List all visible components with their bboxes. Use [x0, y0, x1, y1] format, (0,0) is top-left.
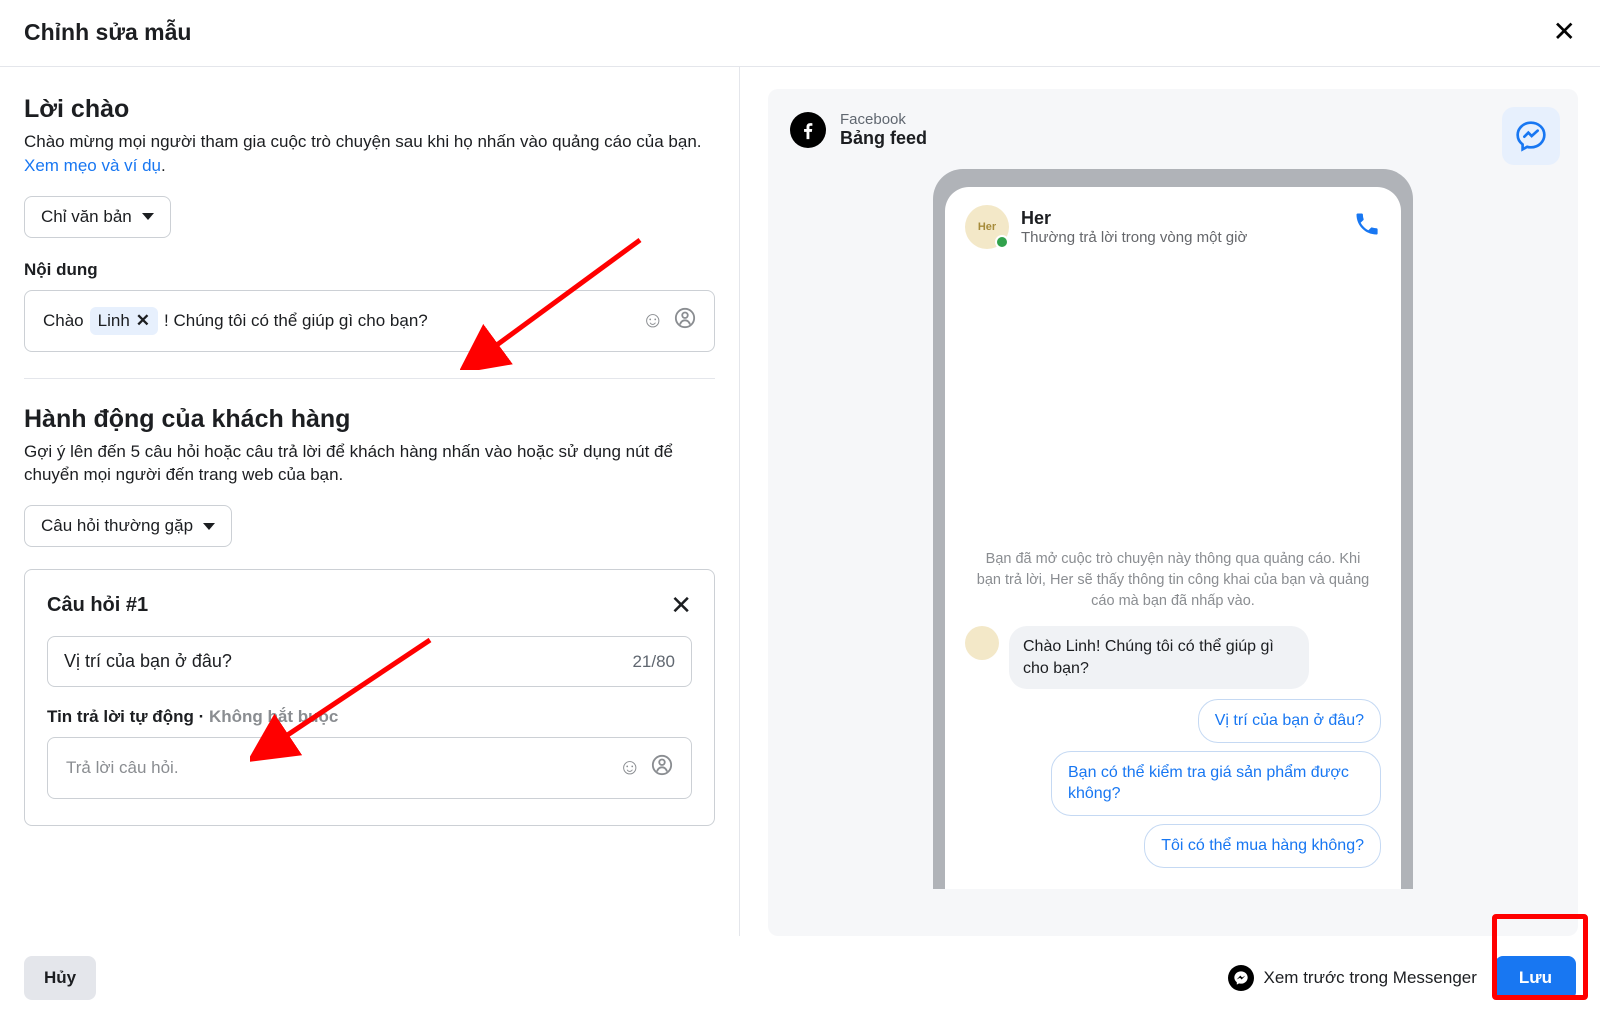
question-title: Câu hỏi #1 — [47, 594, 148, 617]
section-divider — [24, 378, 715, 379]
cancel-button[interactable]: Hủy — [24, 956, 96, 1000]
online-dot-icon — [995, 235, 1009, 249]
close-icon[interactable]: ✕ — [1553, 18, 1576, 46]
customer-actions-desc: Gợi ý lên đến 5 câu hỏi hoặc câu trả lời… — [24, 440, 715, 488]
quick-reply-chip[interactable]: Tôi có thể mua hàng không? — [1144, 824, 1381, 868]
greeting-content-input[interactable]: Chào Linh ✕ ! Chúng tôi có thể giúp gì c… — [24, 290, 715, 352]
person-token-icon[interactable] — [651, 754, 673, 782]
message-avatar — [965, 626, 999, 660]
chevron-down-icon — [203, 523, 215, 530]
preview-surface-lines: Facebook Bảng feed — [840, 111, 927, 149]
preview-panel: Facebook Bảng feed Her Her Thường trả lờ… — [768, 89, 1578, 936]
response-time: Thường trả lời trong vòng một giờ — [1021, 229, 1247, 246]
call-icon[interactable] — [1353, 210, 1381, 245]
preview-in-messenger-button[interactable]: Xem trước trong Messenger — [1228, 965, 1477, 991]
answer-tool-icons: ☺ — [619, 754, 673, 782]
greeting-heading: Lời chào — [24, 95, 715, 124]
greeting-text-post: ! Chúng tôi có thể giúp gì cho bạn? — [164, 311, 428, 331]
customer-actions-heading: Hành động của khách hàng — [24, 405, 715, 434]
messenger-badge-icon[interactable] — [1502, 107, 1560, 165]
incoming-bubble: Chào Linh! Chúng tôi có thể giúp gì cho … — [1009, 626, 1309, 689]
facebook-logo-icon — [790, 112, 826, 148]
modal-header: Chỉnh sửa mẫu ✕ — [0, 0, 1600, 67]
emoji-icon[interactable]: ☺ — [619, 754, 641, 782]
chip-label: Linh — [98, 311, 130, 331]
greeting-format-value: Chỉ văn bản — [41, 207, 132, 227]
greeting-text-inline: Chào Linh ✕ ! Chúng tôi có thể giúp gì c… — [43, 307, 428, 335]
auto-reply-label: Tin trả lời tự động · Không bắt buộc — [47, 707, 692, 727]
quick-replies: Vị trí của bạn ở đâu? Bạn có thể kiểm tr… — [965, 699, 1381, 867]
editor-tool-icons: ☺ — [642, 307, 696, 335]
chat-header-lines: Her Thường trả lời trong vòng một giờ — [1021, 208, 1247, 246]
question-remove-icon[interactable]: ✕ — [670, 592, 692, 618]
quick-reply-chip[interactable]: Bạn có thể kiểm tra giá sản phẩm được kh… — [1051, 751, 1381, 816]
content-row: Lời chào Chào mừng mọi người tham gia cu… — [0, 67, 1600, 936]
optional-tag: Không bắt buộc — [209, 707, 338, 726]
phone-screen: Her Her Thường trả lời trong vòng một gi… — [945, 187, 1401, 889]
preview-header: Facebook Bảng feed — [790, 111, 1556, 149]
person-token-icon[interactable] — [674, 307, 696, 335]
chevron-down-icon — [142, 213, 154, 220]
messenger-icon — [1228, 965, 1254, 991]
save-button[interactable]: Lưu — [1495, 956, 1576, 1000]
question-char-counter: 21/80 — [632, 652, 675, 672]
question-input-value: Vị trí của bạn ở đâu? — [64, 651, 232, 672]
greeting-desc-text: Chào mừng mọi người tham gia cuộc trò ch… — [24, 132, 702, 151]
personalization-chip[interactable]: Linh ✕ — [90, 307, 158, 335]
page-name: Her — [1021, 208, 1247, 229]
auto-reply-label-text: Tin trả lời tự động — [47, 707, 194, 726]
auto-reply-placeholder: Trả lời câu hỏi. — [66, 758, 179, 778]
footer-right: Xem trước trong Messenger Lưu — [1228, 956, 1576, 1000]
chat-body: Bạn đã mở cuộc trò chuyện này thông qua … — [965, 249, 1381, 889]
auto-reply-input[interactable]: Trả lời câu hỏi. ☺ — [47, 737, 692, 799]
greeting-description: Chào mừng mọi người tham gia cuộc trò ch… — [24, 130, 715, 178]
question-card-1: Câu hỏi #1 ✕ Vị trí của bạn ở đâu? 21/80… — [24, 569, 715, 826]
modal-title: Chỉnh sửa mẫu — [24, 19, 191, 46]
tips-link[interactable]: Xem mẹo và ví dụ — [24, 156, 161, 175]
quick-reply-chip[interactable]: Vị trí của bạn ở đâu? — [1198, 699, 1381, 743]
incoming-message-row: Chào Linh! Chúng tôi có thể giúp gì cho … — [965, 626, 1381, 689]
content-label: Nội dung — [24, 260, 715, 280]
greeting-format-select[interactable]: Chỉ văn bản — [24, 196, 171, 238]
left-editor-panel: Lời chào Chào mừng mọi người tham gia cu… — [0, 67, 740, 936]
preview-platform: Facebook — [840, 111, 927, 128]
page-avatar: Her — [965, 205, 1009, 249]
question-input[interactable]: Vị trí của bạn ở đâu? 21/80 — [47, 636, 692, 687]
preview-surface: Bảng feed — [840, 128, 927, 149]
greeting-text-pre: Chào — [43, 311, 84, 331]
phone-mockup: Her Her Thường trả lời trong vòng một gi… — [933, 169, 1413, 889]
chip-remove-icon[interactable]: ✕ — [136, 311, 150, 331]
chat-disclaimer: Bạn đã mở cuộc trò chuyện này thông qua … — [965, 549, 1381, 626]
actions-type-value: Câu hỏi thường gặp — [41, 516, 193, 536]
preview-in-messenger-label: Xem trước trong Messenger — [1264, 968, 1477, 988]
question-header: Câu hỏi #1 ✕ — [47, 592, 692, 618]
emoji-icon[interactable]: ☺ — [642, 307, 664, 335]
actions-type-select[interactable]: Câu hỏi thường gặp — [24, 505, 232, 547]
modal-footer: Hủy Xem trước trong Messenger Lưu — [0, 937, 1600, 1019]
chat-header: Her Her Thường trả lời trong vòng một gi… — [965, 205, 1381, 249]
